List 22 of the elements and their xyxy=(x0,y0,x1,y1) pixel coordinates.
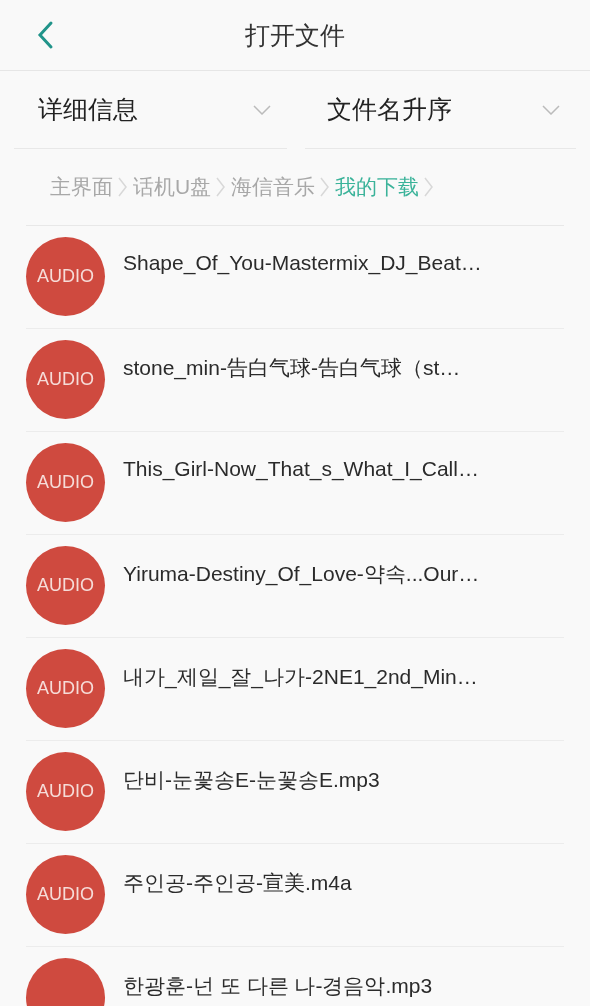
file-name[interactable]: Yiruma-Destiny_Of_Love-약속...Our… xyxy=(123,560,480,588)
file-name[interactable]: 한광훈-넌 또 다른 나-경음악.mp3 xyxy=(123,972,433,1000)
back-icon xyxy=(36,20,54,50)
audio-file-icon: AUDIO xyxy=(26,546,105,625)
audio-file-icon: AUDIO xyxy=(26,340,105,419)
audio-file-icon: AUDIO xyxy=(26,237,105,316)
audio-file-icon: AUDIO xyxy=(26,649,105,728)
file-name[interactable]: 단비-눈꽃송E-눈꽃송E.mp3 xyxy=(123,766,380,794)
window-title: 打开文件 xyxy=(245,19,345,51)
file-name[interactable]: 내가_제일_잘_나가-2NE1_2nd_Min… xyxy=(123,663,478,691)
audio-file-icon: AUDIO xyxy=(26,752,105,831)
audio-file-icon: AUDIO xyxy=(26,855,105,934)
chevron-down-icon xyxy=(253,104,271,115)
audio-file-icon: AUDIO xyxy=(26,443,105,522)
chevron-right-icon xyxy=(116,176,130,198)
dropdown[interactable]: 详细信息 xyxy=(14,71,287,149)
file-name[interactable]: This_Girl-Now_That_s_What_I_Call… xyxy=(123,457,479,481)
chevron-down-icon xyxy=(542,104,560,115)
file-name[interactable]: Shape_Of_You-Mastermix_DJ_Beat… xyxy=(123,251,482,275)
dropdown[interactable]: 文件名升序 xyxy=(305,71,576,149)
file-name[interactable]: 주인공-주인공-宣美.m4a xyxy=(123,869,352,897)
file-name[interactable]: stone_min-告白气球-告白气球（st… xyxy=(123,354,461,382)
